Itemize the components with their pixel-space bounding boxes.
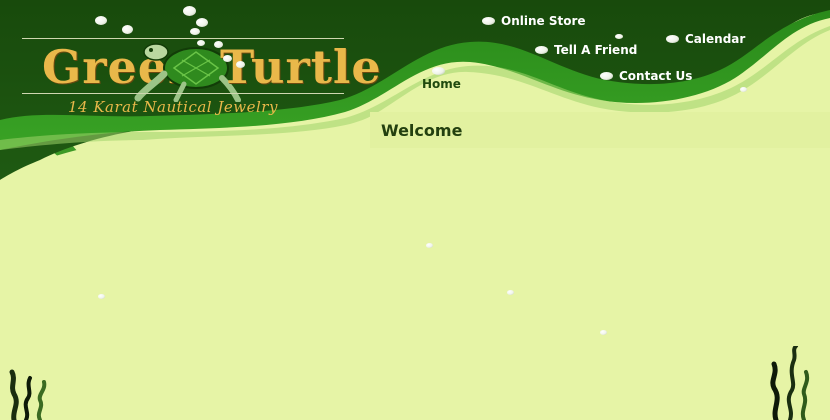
seaweed-icon: [770, 346, 810, 420]
logo-bottom-rule: [22, 93, 344, 94]
bubble-icon: [98, 294, 105, 299]
nav-home[interactable]: Home: [422, 67, 461, 91]
nav-online-store-label: Online Store: [501, 14, 586, 28]
bubble-icon: [236, 61, 245, 68]
nav-home-label: Home: [422, 77, 461, 91]
nav-tell-a-friend-label: Tell A Friend: [554, 43, 638, 57]
bubble-icon: [426, 243, 433, 248]
bubble-icon: [95, 16, 107, 25]
brand-logo[interactable]: Green Turtle 14 Karat Nautical Jewelry: [22, 38, 381, 122]
bubble-icon: [223, 55, 232, 62]
bubble-icon: [507, 290, 514, 295]
bubble-icon: [740, 87, 747, 92]
nav-online-store[interactable]: Online Store: [482, 14, 586, 28]
nav-calendar[interactable]: Calendar: [666, 32, 745, 46]
logo-tagline: 14 Karat Nautical Jewelry: [68, 98, 278, 116]
nav-tell-a-friend[interactable]: Tell A Friend: [535, 43, 637, 57]
page-title: Welcome: [381, 121, 463, 140]
pearl-icon: [432, 67, 445, 75]
bubble-icon: [183, 6, 196, 16]
bubble-icon: [122, 25, 133, 34]
nav-contact-us-label: Contact Us: [619, 69, 693, 83]
bubble-icon: [197, 40, 205, 46]
logo-word-turtle: Turtle: [220, 40, 382, 94]
pearl-icon: [535, 46, 548, 54]
bubble-icon: [615, 34, 623, 39]
pearl-icon: [666, 35, 679, 43]
bubble-icon: [190, 28, 200, 35]
page: Green Turtle 14 Karat Nautical Jewelry H…: [0, 0, 830, 420]
bubble-icon: [214, 41, 223, 48]
nav-contact-us[interactable]: Contact Us: [600, 69, 692, 83]
seaweed-icon: [9, 369, 47, 420]
pearl-icon: [482, 17, 495, 25]
pearl-icon: [600, 72, 613, 80]
bubble-icon: [196, 18, 208, 27]
bubble-icon: [600, 330, 607, 335]
nav-calendar-label: Calendar: [685, 32, 746, 46]
